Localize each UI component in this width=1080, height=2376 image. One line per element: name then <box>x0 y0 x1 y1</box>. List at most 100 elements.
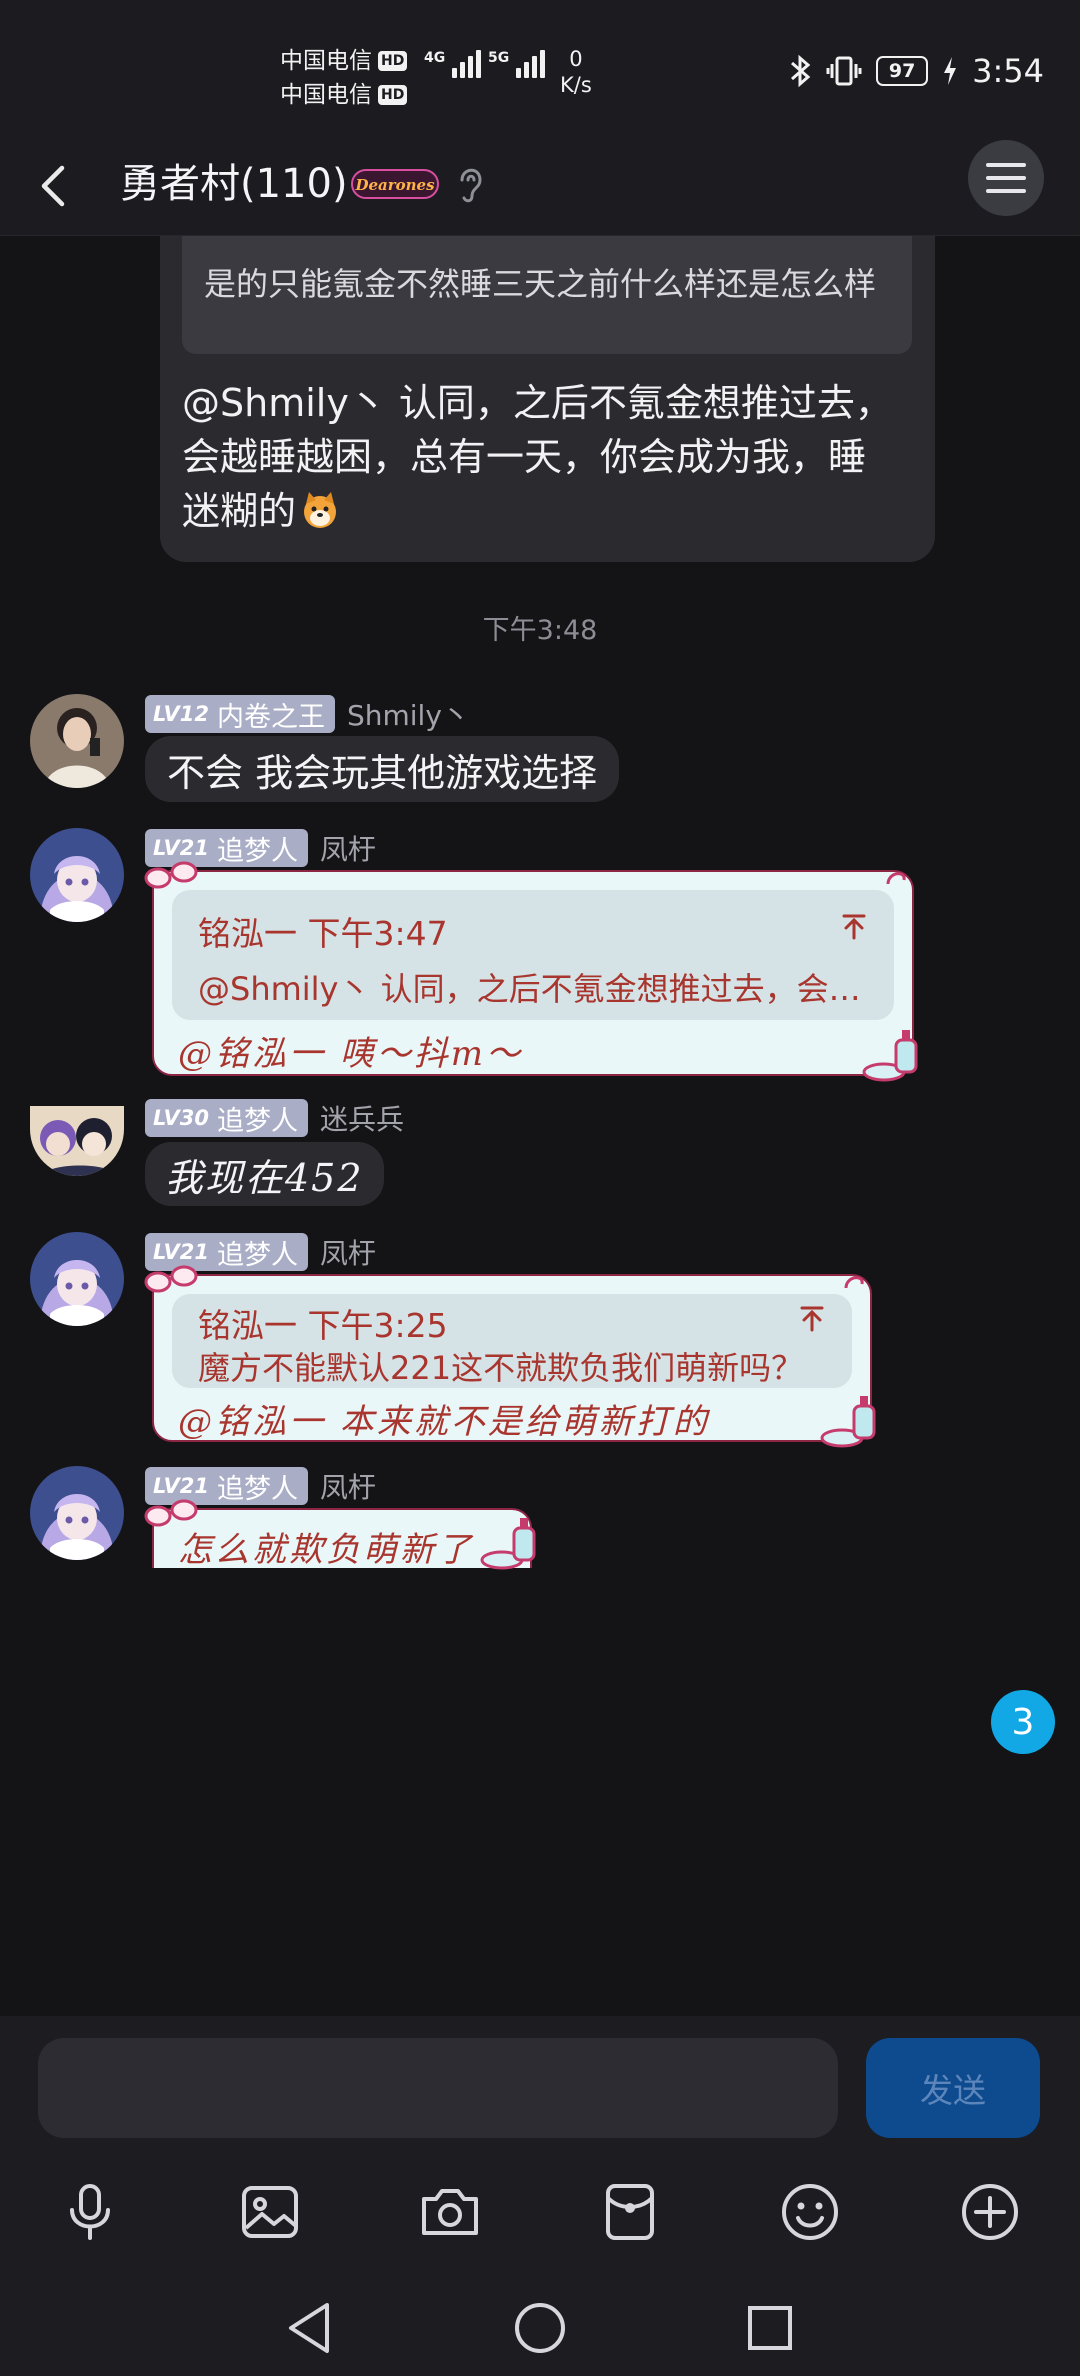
more-button[interactable] <box>954 2176 1026 2248</box>
title-bar: 勇者村(110) Dearones <box>0 140 1080 236</box>
status-right: 97 3:54 <box>788 52 1044 90</box>
sender-name[interactable]: 凤杅 <box>320 1466 376 1506</box>
level-title: 内卷之王 <box>216 701 325 733</box>
level-title: 追梦人 <box>216 835 298 867</box>
sender-name[interactable]: Shmily丶 <box>347 694 470 734</box>
net-type-1: 4G <box>424 50 446 66</box>
net-type-2: 5G <box>488 50 510 66</box>
level-number: LV21 <box>153 1474 209 1498</box>
quote-author-time: 铭泓一 下午3:25 <box>198 1306 448 1345</box>
level-number: LV21 <box>153 836 209 860</box>
bottle-sticker-icon <box>862 1030 918 1082</box>
group-badge-text: Dearones <box>354 176 435 194</box>
red-packet-icon <box>606 2184 654 2240</box>
reply-text: @铭泓一 咦～抖m～ <box>178 1034 524 1074</box>
signal-5g-icon: 5G <box>488 50 546 78</box>
sender-name[interactable]: 凤杅 <box>320 828 376 868</box>
avatar[interactable] <box>30 1232 124 1326</box>
message-text: 不会 我会玩其他游戏选择 <box>167 750 598 795</box>
red-packet-button[interactable] <box>594 2176 666 2248</box>
battery-icon: 97 <box>876 56 929 86</box>
curl-decoration-icon <box>844 1276 864 1289</box>
message-bubble[interactable]: 是的只能氪金不然睡三天之前什么样还是怎么样 @Shmily丶 认同，之后不氪金想… <box>160 236 935 562</box>
message-bubble[interactable]: 怎么就欺负萌新了 <box>144 1499 536 1570</box>
glasses-sticker-icon <box>144 861 198 889</box>
quoted-message[interactable]: 铭泓一 下午3:47 @Shmily丶 认同，之后不氪金想推过去，会越睡越困，总… <box>172 890 894 1020</box>
avatar[interactable] <box>30 1466 124 1560</box>
message-bubble[interactable]: 铭泓一 下午3:25 魔方不能默认221这不就欺负我们萌新吗？ @铭泓一 本来就… <box>144 1265 876 1448</box>
message-bubble[interactable]: 铭泓一 下午3:47 @Shmily丶 认同，之后不氪金想推过去，会越睡越困，总… <box>144 861 918 1082</box>
carrier-info: 中国电信 HD 中国电信 HD <box>280 44 408 112</box>
message-text-body: @Shmily丶 认同，之后不氪金想推过去，会越睡越困，总有一天，你会成为我，睡… <box>182 381 893 533</box>
image-button[interactable] <box>234 2176 306 2248</box>
quote-text: 魔方不能默认221这不就欺负我们萌新吗？ <box>198 1349 804 1387</box>
menu-button[interactable] <box>968 140 1044 216</box>
hd-badge-2: HD <box>378 85 408 105</box>
quoted-message[interactable]: 是的只能氪金不然睡三天之前什么样还是怎么样 <box>182 236 912 354</box>
message-bubble[interactable]: 不会 我会玩其他游戏选择 <box>145 736 620 802</box>
image-icon <box>242 2186 298 2238</box>
system-navigation-bar <box>0 2278 1080 2376</box>
sender-line: LV30 追梦人 迷兵兵 <box>145 1098 404 1138</box>
level-title: 追梦人 <box>216 1473 298 1505</box>
emoji-icon <box>782 2184 838 2240</box>
quote-author-time: 铭泓一 下午3:47 <box>198 914 448 953</box>
carrier-2: 中国电信 <box>280 82 372 108</box>
reply-text: @铭泓一 本来就不是给萌新打的 <box>178 1402 710 1442</box>
level-title: 追梦人 <box>216 1105 298 1137</box>
level-number: LV21 <box>153 1240 209 1264</box>
time-divider: 下午3:48 <box>482 615 598 646</box>
back-arrow-icon <box>41 165 65 207</box>
clock: 3:54 <box>972 52 1044 90</box>
quote-jump-icon[interactable] <box>840 912 868 940</box>
bluetooth-icon <box>791 54 811 88</box>
carrier-1: 中国电信 <box>280 48 372 74</box>
sender-line: LV12 内卷之王 Shmily丶 <box>145 694 470 734</box>
quoted-message[interactable]: 铭泓一 下午3:25 魔方不能默认221这不就欺负我们萌新吗？ <box>172 1294 852 1388</box>
ear-icon[interactable] <box>452 160 488 208</box>
sender-name[interactable]: 凤杅 <box>320 1232 376 1272</box>
bottle-sticker-icon <box>820 1396 876 1448</box>
sender-name[interactable]: 迷兵兵 <box>320 1098 404 1138</box>
message-list[interactable]: 是的只能氪金不然睡三天之前什么样还是怎么样 @Shmily丶 认同，之后不氪金想… <box>0 236 1080 2016</box>
level-badge: LV12 内卷之王 <box>145 695 335 733</box>
nav-recents-icon <box>748 2306 792 2350</box>
charging-icon <box>944 57 957 85</box>
quote-jump-icon[interactable] <box>798 1304 826 1332</box>
nav-home-button[interactable] <box>510 2298 570 2358</box>
level-badge: LV30 追梦人 <box>145 1099 308 1137</box>
speed-unit: K/s <box>560 73 592 97</box>
bottle-sticker-icon <box>480 1518 536 1570</box>
composer: 发送 <box>0 2016 1080 2376</box>
microphone-icon <box>70 2184 110 2240</box>
message-bubble[interactable]: 我现在452 <box>145 1142 384 1206</box>
avatar[interactable] <box>30 694 124 788</box>
message-text: @Shmily丶 认同，之后不氪金想推过去，会越睡越困，总有一天，你会成为我，睡… <box>182 376 902 538</box>
level-number: LV12 <box>153 702 209 726</box>
chat-title[interactable]: 勇者村(110) <box>120 152 348 216</box>
back-button[interactable] <box>28 156 88 216</box>
message-input[interactable] <box>38 2038 838 2138</box>
camera-icon <box>422 2189 478 2235</box>
avatar[interactable] <box>30 828 124 922</box>
vibrate-icon <box>826 56 862 86</box>
level-title: 追梦人 <box>216 1239 298 1271</box>
avatar[interactable] <box>30 1106 124 1176</box>
nav-recents-button[interactable] <box>740 2298 800 2358</box>
composer-toolbar <box>0 2162 1080 2262</box>
unread-count-badge[interactable]: 3 <box>991 1690 1055 1754</box>
nav-home-icon <box>515 2303 565 2353</box>
nav-back-button[interactable] <box>280 2298 340 2358</box>
send-button[interactable]: 发送 <box>866 2038 1040 2138</box>
message-text: 我现在452 <box>165 1155 364 1200</box>
glasses-sticker-icon <box>144 1265 198 1293</box>
menu-icon <box>986 163 1026 193</box>
status-bar: 中国电信 HD 中国电信 HD 4G 5G 0 K/s 97 3:54 <box>0 0 1080 140</box>
voice-button[interactable] <box>54 2176 126 2248</box>
emoji-button[interactable] <box>774 2176 846 2248</box>
network-speed: 0 K/s <box>560 46 592 98</box>
camera-button[interactable] <box>414 2176 486 2248</box>
group-badge: Dearones <box>351 169 439 199</box>
nav-back-icon <box>289 2303 329 2353</box>
dog-emoji-icon <box>304 492 337 528</box>
